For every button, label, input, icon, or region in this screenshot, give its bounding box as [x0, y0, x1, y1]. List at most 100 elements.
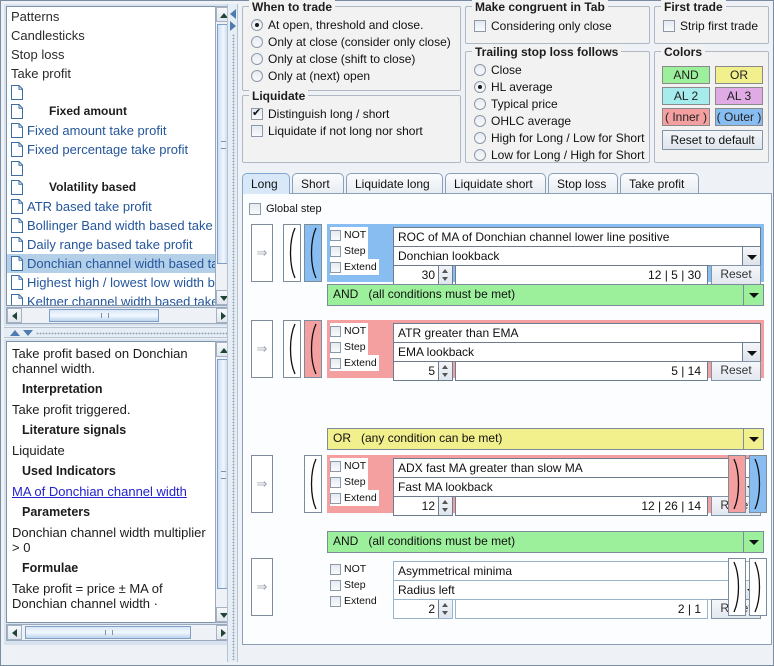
radio-icon[interactable] [251, 19, 263, 31]
checkbox-icon[interactable] [251, 108, 263, 120]
condition-name-field-1[interactable]: ROC of MA of Donchian channel lower line… [393, 227, 761, 247]
bracket-close-inner-4[interactable] [728, 558, 746, 616]
reset-to-default-button[interactable]: Reset to default [662, 130, 763, 150]
radio-trailing-low-long-high-short[interactable]: Low for Long / High for Short [474, 146, 644, 163]
radio-icon[interactable] [474, 81, 486, 93]
radio-trailing-ohlc-average[interactable]: OHLC average [474, 112, 644, 129]
condition-name-field-2[interactable]: ATR greater than EMA [393, 323, 761, 343]
checkbox-step-1[interactable]: Step [330, 243, 368, 259]
tree-horizontal-scrollbar[interactable] [6, 307, 232, 324]
radio-icon[interactable] [474, 64, 486, 76]
radio-icon[interactable] [251, 70, 263, 82]
implies-arrow-3[interactable]: ⇒ [251, 455, 273, 513]
checkbox-icon[interactable] [330, 230, 341, 241]
checkbox-extend-4[interactable]: Extend [330, 593, 379, 609]
condition-value-spinner-4[interactable]: 2 [393, 599, 453, 619]
checkbox-not-1[interactable]: NOT [330, 227, 368, 243]
radio-trailing-high-long-low-short[interactable]: High for Long / Low for Short [474, 129, 644, 146]
condition-param-combo-1[interactable]: Donchian lookback [393, 246, 761, 266]
tree-item-donchian-channel-width-based[interactable]: Donchian channel width based tak [7, 254, 215, 273]
checkbox-icon[interactable] [251, 125, 263, 137]
tree-item-bollinger-band-width-based[interactable]: Bollinger Band width based take p [7, 216, 215, 235]
tree-item[interactable]: Take profit [7, 64, 215, 83]
tree-item[interactable]: Stop loss [7, 45, 215, 64]
checkbox-step-2[interactable]: Step [330, 339, 368, 355]
bracket-open-inner-2[interactable] [304, 320, 322, 378]
checkbox-icon[interactable] [330, 477, 341, 488]
tree-item-fixed-amount[interactable]: Fixed amount [7, 102, 215, 121]
checkbox-strip-first-trade[interactable]: Strip first trade [663, 17, 758, 34]
bracket-close-inner-3[interactable] [728, 455, 746, 513]
scroll-left-arrow-icon[interactable] [7, 308, 22, 323]
chevron-down-icon[interactable] [743, 285, 763, 305]
condition-param-combo-4[interactable]: Radius left [393, 580, 761, 600]
implies-arrow-4[interactable]: ⇒ [251, 558, 273, 616]
checkbox-distinguish-long-short[interactable]: Distinguish long / short [251, 105, 423, 122]
collapse-down-icon[interactable] [23, 330, 33, 336]
condition-value-spinner-1[interactable]: 30 [393, 265, 453, 285]
bracket-close-outer-4[interactable] [749, 558, 767, 616]
collapse-up-icon[interactable] [10, 330, 20, 336]
color-swatch-or[interactable]: OR [715, 66, 763, 84]
tree-item[interactable] [7, 83, 215, 102]
checkbox-step-4[interactable]: Step [330, 577, 368, 593]
condition-param-combo-3[interactable]: Fast MA lookback [393, 477, 761, 497]
radio-icon[interactable] [474, 98, 486, 110]
condition-name-field-3[interactable]: ADX fast MA greater than slow MA [393, 458, 761, 478]
tree-item[interactable] [7, 159, 215, 178]
reset-button-1[interactable]: Reset [711, 265, 761, 285]
radio-icon[interactable] [251, 53, 263, 65]
checkbox-icon[interactable] [330, 564, 341, 575]
checkbox-global-step[interactable]: Global step [249, 200, 322, 217]
tab-liquidate-long[interactable]: Liquidate long [346, 173, 443, 194]
chevron-down-icon[interactable] [742, 343, 760, 361]
checkbox-step-3[interactable]: Step [330, 474, 368, 490]
chevron-down-icon[interactable] [742, 247, 760, 265]
description-horizontal-scrollbar[interactable] [6, 624, 232, 641]
checkbox-icon[interactable] [330, 246, 341, 257]
radio-only-at-close-consider[interactable]: Only at close (consider only close) [251, 33, 451, 50]
tree-item-volatility-based[interactable]: Volatility based [7, 178, 215, 197]
checkbox-icon[interactable] [330, 461, 341, 472]
color-swatch-al2[interactable]: AL 2 [662, 87, 710, 105]
radio-only-at-next-open[interactable]: Only at (next) open [251, 67, 451, 84]
checkbox-icon[interactable] [330, 326, 341, 337]
spinner-stepper-icon[interactable] [438, 497, 452, 515]
tree-item[interactable]: Candlesticks [7, 26, 215, 45]
condition-name-field-4[interactable]: Asymmetrical minima [393, 561, 761, 581]
implies-arrow-2[interactable]: ⇒ [251, 320, 273, 378]
indicator-link[interactable]: MA of Donchian channel width [12, 484, 210, 499]
color-swatch-al3[interactable]: AL 3 [715, 87, 763, 105]
implies-arrow-1[interactable]: ⇒ [251, 224, 273, 282]
checkbox-icon[interactable] [330, 262, 341, 273]
spinner-stepper-icon[interactable] [438, 600, 452, 618]
checkbox-not-3[interactable]: NOT [330, 458, 368, 474]
logic-operator-and-2[interactable]: AND (all conditions must be met) [327, 531, 764, 553]
checkbox-extend-3[interactable]: Extend [330, 490, 379, 506]
checkbox-icon[interactable] [330, 580, 341, 591]
spinner-stepper-icon[interactable] [438, 362, 452, 380]
checkbox-icon[interactable] [249, 203, 261, 215]
color-swatch-and[interactable]: AND [662, 66, 710, 84]
condition-param-combo-2[interactable]: EMA lookback [393, 342, 761, 362]
tree-item-daily-range-based-take-profit[interactable]: Daily range based take profit [7, 235, 215, 254]
checkbox-extend-1[interactable]: Extend [330, 259, 379, 275]
color-swatch-outer[interactable]: ( Outer ) [715, 108, 763, 126]
radio-trailing-close[interactable]: Close [474, 61, 644, 78]
checkbox-icon[interactable] [330, 358, 341, 369]
checkbox-icon[interactable] [330, 596, 341, 607]
tab-short[interactable]: Short [292, 173, 344, 194]
chevron-down-icon[interactable] [743, 429, 763, 449]
tree-item-highest-high-lowest-low-width-based[interactable]: Highest high / lowest low width ba [7, 273, 215, 292]
checkbox-icon[interactable] [330, 342, 341, 353]
checkbox-icon[interactable] [663, 20, 675, 32]
condition-value-spinner-2[interactable]: 5 [393, 361, 453, 381]
vertical-split-divider[interactable] [227, 4, 238, 662]
radio-icon[interactable] [251, 36, 263, 48]
spinner-stepper-icon[interactable] [438, 266, 452, 284]
radio-trailing-typical-price[interactable]: Typical price [474, 95, 644, 112]
horizontal-split-divider[interactable] [4, 327, 236, 338]
collapse-left-icon[interactable] [230, 9, 236, 19]
bracket-open-outer-2[interactable] [283, 320, 301, 378]
tab-stop-loss[interactable]: Stop loss [548, 173, 618, 194]
